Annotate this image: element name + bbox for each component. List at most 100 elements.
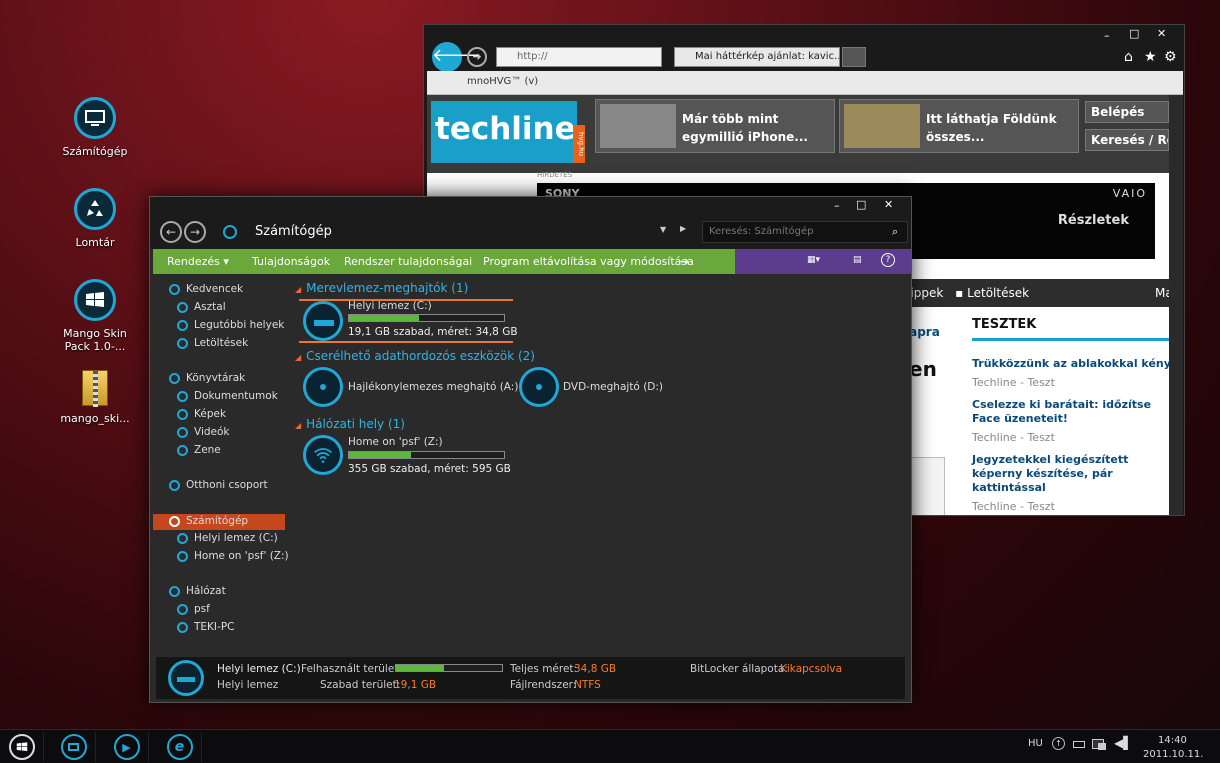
home-icon[interactable]: ⌂ xyxy=(1124,49,1133,65)
minimize-button[interactable]: – xyxy=(834,199,840,212)
nav-computer[interactable]: Számítógép xyxy=(153,514,285,530)
promo-iphone[interactable]: Már több mint egymillió iPhone... xyxy=(595,99,835,153)
nav-recent-places[interactable]: Legutóbbi helyek xyxy=(177,319,284,335)
clock-date[interactable]: 2011.10.11. xyxy=(1143,749,1203,760)
nav-drive-z[interactable]: Home on 'psf' (Z:) xyxy=(177,550,289,566)
total-size-value: 34,8 GB xyxy=(574,663,617,675)
forward-button[interactable]: → xyxy=(184,221,206,243)
article-link[interactable]: Trükközzünk az ablakokkal kényel xyxy=(972,357,1169,371)
article-link[interactable]: Cselezze ki barátait: időzítse Face üzen… xyxy=(972,398,1162,426)
nav-pictures[interactable]: Képek xyxy=(177,408,226,424)
help-icon[interactable]: ? xyxy=(881,253,895,267)
used-space-label: Felhasznált terület: xyxy=(301,663,402,675)
site-logo[interactable]: techline xyxy=(431,101,577,163)
wifi-icon[interactable] xyxy=(303,435,343,475)
taskbar-internet-explorer[interactable]: e xyxy=(158,732,202,762)
start-button[interactable] xyxy=(0,732,44,762)
more-commands-arrow[interactable]: ➜ xyxy=(680,255,689,268)
back-button[interactable]: ← xyxy=(160,221,182,243)
system-properties-button[interactable]: Rendszer tulajdonságai xyxy=(344,255,472,268)
nav-documents[interactable]: Dokumentumok xyxy=(177,390,278,406)
back-button[interactable]: 🡐 xyxy=(432,42,480,72)
ad-brand-vaio: VAIO xyxy=(1112,187,1147,200)
arrow-right-icon: ➜ xyxy=(472,50,482,63)
address-bar[interactable]: http:// xyxy=(496,47,662,67)
group-hard-drives[interactable]: Merevlemez-meghajtók (1) xyxy=(295,281,468,295)
group-removable[interactable]: Cserélhető adathordozós eszközök (2) xyxy=(295,349,535,363)
nav-libraries[interactable]: Könyvtárak xyxy=(169,372,245,388)
desktop-icon-label: Mango Skin Pack 1.0-... xyxy=(63,327,127,353)
picture-icon xyxy=(177,408,188,420)
promo-thumbnail xyxy=(844,104,920,148)
desktop-icon-computer[interactable]: Számítógép xyxy=(55,97,135,158)
network-icon[interactable] xyxy=(1098,743,1106,750)
nav-favorites[interactable]: Kedvencek xyxy=(169,283,243,299)
star-icon[interactable]: ★ xyxy=(1144,49,1157,65)
desktop-icon-mango-zip[interactable]: mango_ski... xyxy=(55,370,135,425)
history-dropdown[interactable]: ▼ xyxy=(660,225,666,234)
nav-downloads[interactable]: Letöltések xyxy=(177,337,248,353)
preview-pane-icon[interactable]: ▤ xyxy=(853,255,862,265)
language-indicator[interactable]: HU xyxy=(1028,738,1043,749)
desktop-icon-mango-skin-pack[interactable]: Mango Skin Pack 1.0-... xyxy=(55,279,135,353)
nav-network-teki-pc[interactable]: TEKI-PC xyxy=(177,621,234,637)
arrow-left-icon: ← xyxy=(165,225,177,239)
maximize-button[interactable]: □ xyxy=(856,198,866,211)
drive-name[interactable]: Hajlékonylemezes meghajtó (A:) xyxy=(348,381,518,393)
uninstall-program-button[interactable]: Program eltávolítása vagy módosítása xyxy=(483,255,694,268)
desktop-icon xyxy=(177,301,188,313)
nav-videos[interactable]: Videók xyxy=(177,426,230,442)
nav-music[interactable]: Zene xyxy=(177,444,221,460)
nav-network-psf[interactable]: psf xyxy=(177,603,210,619)
new-tab-button[interactable] xyxy=(842,47,866,67)
desktop-icon-recycle-bin[interactable]: Lomtár xyxy=(55,188,135,249)
nav-desktop[interactable]: Asztal xyxy=(177,301,226,317)
free-space-value: 19,1 GB xyxy=(394,679,437,691)
dvd-drive-icon[interactable] xyxy=(519,367,559,407)
taskbar-explorer[interactable] xyxy=(52,732,96,762)
filesystem-label: Fájlrendszer: xyxy=(510,679,577,691)
promo-text: Már több mint egymillió iPhone... xyxy=(682,112,808,144)
nav-item[interactable]: Ma xyxy=(1155,286,1169,300)
explorer-titlebar: ← → Számítógép ▼ ▶ Keresés: Számítógép ⌕… xyxy=(150,197,911,249)
windows-flag-icon xyxy=(74,279,116,321)
drive-name[interactable]: DVD-meghajtó (D:) xyxy=(563,381,663,393)
minimize-button[interactable]: – xyxy=(1104,29,1110,42)
login-button[interactable]: Belépés xyxy=(1085,101,1169,123)
group-network-locations[interactable]: Hálózati hely (1) xyxy=(295,417,405,431)
nav-drive-c[interactable]: Helyi lemez (C:) xyxy=(177,532,278,548)
search-link[interactable]: Keresés / Rov xyxy=(1085,129,1169,151)
battery-icon[interactable] xyxy=(1073,741,1085,748)
article-link[interactable]: Jegyzetekkel kiegészített képerny készít… xyxy=(972,453,1162,495)
folder-icon xyxy=(60,734,87,760)
windows-logo-icon xyxy=(8,734,35,760)
drive-name: Helyi lemez (C:) xyxy=(348,300,432,312)
forward-button[interactable]: ➜ xyxy=(467,47,487,67)
gear-icon[interactable]: ⚙ xyxy=(1164,49,1177,65)
nav-item[interactable]: ▪ Letöltések xyxy=(955,286,1029,300)
maximize-button[interactable]: □ xyxy=(1129,27,1139,40)
show-hidden-icons[interactable]: ↑ xyxy=(1052,737,1065,750)
floppy-drive-icon[interactable] xyxy=(303,367,343,407)
clock-time[interactable]: 14:40 xyxy=(1158,735,1187,746)
close-button[interactable]: ✕ xyxy=(884,198,893,211)
organize-button[interactable]: Rendezés ▾ xyxy=(167,255,229,268)
details-usage-fill xyxy=(396,665,444,671)
nav-homegroup[interactable]: Otthoni csoport xyxy=(169,479,268,495)
promo-earth[interactable]: Itt láthatja Földünk összes... xyxy=(839,99,1079,153)
view-icon[interactable]: ▦▾ xyxy=(807,255,820,265)
browser-tab[interactable]: Mai háttérkép ajánlat: kavic... xyxy=(674,47,840,67)
nav-network[interactable]: Hálózat xyxy=(169,585,226,601)
logo-tag: hvg.hu xyxy=(573,125,585,163)
favorite-link[interactable]: mnoHVG™ (v) xyxy=(467,76,538,87)
search-icon[interactable]: ⌕ xyxy=(892,225,898,239)
volume-icon[interactable]: ◀▌ xyxy=(1114,736,1132,750)
search-input[interactable]: Keresés: Számítógép xyxy=(702,221,908,243)
close-button[interactable]: ✕ xyxy=(1157,27,1166,40)
properties-button[interactable]: Tulajdonságok xyxy=(252,255,330,268)
taskbar-media-player[interactable]: ▶ xyxy=(105,732,149,762)
browser-scrollbar[interactable] xyxy=(1169,95,1183,515)
drive-name[interactable]: Home on 'psf' (Z:) xyxy=(348,436,443,448)
promo-thumbnail xyxy=(600,104,676,148)
breadcrumb-arrow[interactable]: ▶ xyxy=(680,224,686,233)
